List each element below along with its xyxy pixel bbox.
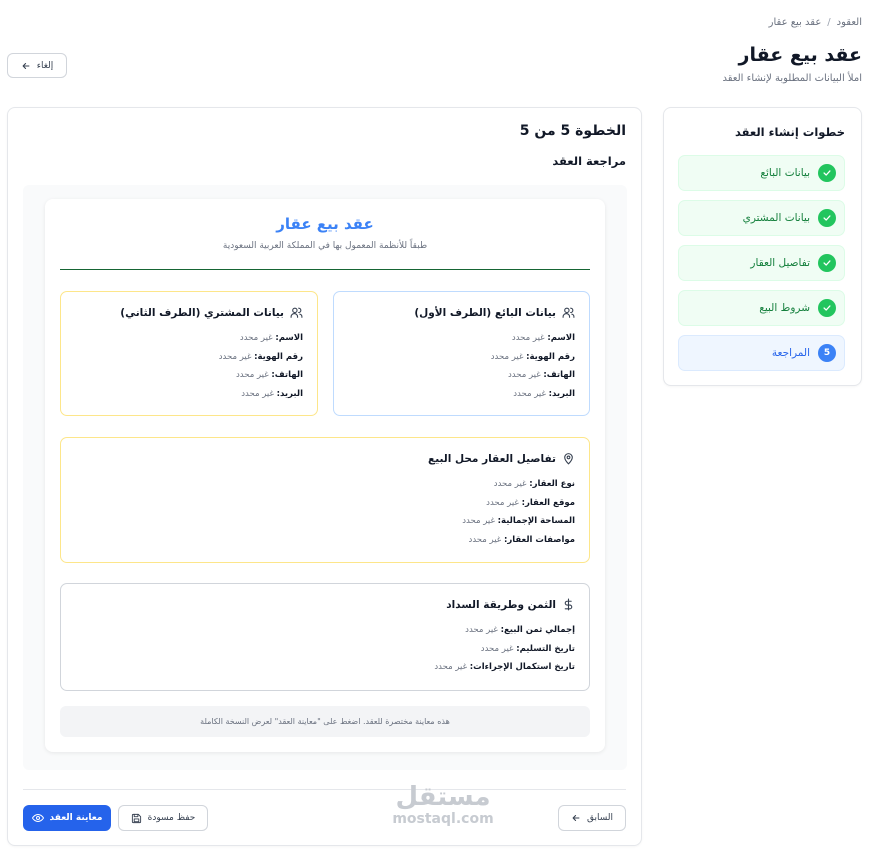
step-terms[interactable]: شروط البيع bbox=[678, 290, 845, 326]
buyer-heading-text: بيانات المشتري (الطرف الثاني) bbox=[120, 306, 284, 319]
cancel-label: إلغاء bbox=[36, 60, 54, 71]
save-draft-button[interactable]: حفظ مسودة bbox=[118, 805, 208, 831]
check-circle-icon bbox=[818, 299, 836, 317]
page-subtitle: املأ البيانات المطلوبة لإنشاء العقد bbox=[722, 73, 862, 84]
check-circle-icon bbox=[818, 209, 836, 227]
document-divider bbox=[60, 269, 590, 270]
map-pin-icon bbox=[562, 452, 575, 465]
arrow-left-icon bbox=[571, 813, 581, 823]
preview-contract-label: معاينة العقد bbox=[49, 813, 103, 823]
price-heading: الثمن وطريقة السداد bbox=[75, 598, 575, 611]
step-label: بيانات المشتري bbox=[742, 212, 810, 224]
breadcrumb-root-link[interactable]: العقود bbox=[837, 17, 862, 28]
buyer-heading: بيانات المشتري (الطرف الثاني) bbox=[75, 306, 303, 319]
step-label: المراجعة bbox=[771, 347, 810, 359]
cancel-button[interactable]: إلغاء bbox=[7, 53, 67, 78]
step-label: بيانات البائع bbox=[760, 167, 810, 179]
buyer-info-box: بيانات المشتري (الطرف الثاني) الاسم: غير… bbox=[60, 291, 318, 416]
watermark-arabic: مستقل bbox=[395, 782, 491, 812]
breadcrumb-current: عقد بيع عقار bbox=[768, 17, 822, 28]
document-subtitle: طبقاً للأنظمة المعمول بها في المملكة الع… bbox=[222, 241, 428, 251]
page-title: عقد بيع عقار bbox=[738, 44, 862, 66]
property-field-location: موقع العقار: غير محدد bbox=[486, 497, 575, 508]
step-heading: الخطوة 5 من 5 bbox=[519, 123, 626, 139]
step-number-badge: 5 bbox=[818, 344, 836, 362]
previous-button[interactable]: السابق bbox=[558, 805, 626, 831]
property-heading-text: تفاصيل العقار محل البيع bbox=[428, 452, 556, 465]
price-heading-text: الثمن وطريقة السداد bbox=[446, 598, 556, 611]
contract-preview-area: عقد بيع عقار طبقاً للأنظمة المعمول بها ف… bbox=[23, 185, 627, 770]
mostaql-watermark: مستقل mostaql.com bbox=[383, 783, 503, 827]
property-field-area: المساحة الإجمالية: غير محدد bbox=[462, 516, 575, 526]
footer-divider bbox=[23, 789, 626, 790]
price-field-delivery: تاريخ التسليم: غير محدد bbox=[480, 643, 575, 654]
price-field-total: إجمالي ثمن البيع: غير محدد bbox=[465, 625, 575, 635]
property-field-specs: مواصفات العقار: غير محدد bbox=[468, 534, 575, 545]
seller-field-name: الاسم: غير محدد bbox=[511, 333, 575, 343]
step-label: شروط البيع bbox=[759, 302, 810, 314]
arrow-left-icon bbox=[21, 61, 31, 71]
step-property[interactable]: تفاصيل العقار bbox=[678, 245, 845, 281]
eye-icon bbox=[31, 812, 44, 824]
step-seller[interactable]: بيانات البائع bbox=[678, 155, 845, 191]
save-draft-label: حفظ مسودة bbox=[147, 813, 196, 823]
buyer-field-name: الاسم: غير محدد bbox=[239, 333, 303, 343]
seller-heading-text: بيانات البائع (الطرف الأول) bbox=[414, 306, 556, 319]
check-circle-icon bbox=[818, 164, 836, 182]
step-buyer[interactable]: بيانات المشتري bbox=[678, 200, 845, 236]
preview-contract-button[interactable]: معاينة العقد bbox=[23, 805, 111, 831]
users-icon bbox=[290, 306, 303, 319]
main-card: الخطوة 5 من 5 مراجعة العقد عقد بيع عقار … bbox=[7, 107, 642, 846]
users-icon bbox=[562, 306, 575, 319]
previous-label: السابق bbox=[586, 813, 614, 823]
preview-note: هذه معاينة مختصرة للعقد. اضغط على "معاين… bbox=[60, 706, 590, 737]
breadcrumb-separator: / bbox=[827, 17, 831, 28]
buyer-field-phone: الهاتف: غير محدد bbox=[235, 370, 303, 380]
watermark-latin: mostaql.com bbox=[392, 811, 494, 827]
buyer-field-email: البريد: غير محدد bbox=[241, 388, 303, 399]
price-field-completion: تاريخ استكمال الإجراءات: غير محدد bbox=[434, 662, 575, 672]
dollar-icon bbox=[562, 598, 575, 611]
buyer-field-id: رقم الهوية: غير محدد bbox=[218, 351, 303, 362]
seller-heading: بيانات البائع (الطرف الأول) bbox=[348, 306, 575, 319]
save-icon bbox=[131, 813, 142, 824]
step-review[interactable]: 5 المراجعة bbox=[678, 335, 845, 371]
check-circle-icon bbox=[818, 254, 836, 272]
step-label: تفاصيل العقار bbox=[750, 257, 810, 269]
seller-field-email: البريد: غير محدد bbox=[513, 388, 575, 399]
steps-card: خطوات إنشاء العقد بيانات البائع بيانات ا… bbox=[663, 107, 862, 386]
price-payment-box: الثمن وطريقة السداد إجمالي ثمن البيع: غي… bbox=[60, 583, 590, 691]
breadcrumb: العقود / عقد بيع عقار bbox=[769, 17, 862, 28]
steps-title: خطوات إنشاء العقد bbox=[734, 125, 845, 139]
seller-field-phone: الهاتف: غير محدد bbox=[507, 370, 575, 380]
seller-field-id: رقم الهوية: غير محدد bbox=[490, 351, 575, 362]
contract-document: عقد بيع عقار طبقاً للأنظمة المعمول بها ف… bbox=[45, 199, 605, 752]
property-field-type: نوع العقار: غير محدد bbox=[493, 479, 575, 489]
seller-info-box: بيانات البائع (الطرف الأول) الاسم: غير م… bbox=[333, 291, 590, 416]
property-heading: تفاصيل العقار محل البيع bbox=[75, 452, 575, 465]
property-details-box: تفاصيل العقار محل البيع نوع العقار: غير … bbox=[60, 437, 590, 563]
section-heading: مراجعة العقد bbox=[552, 154, 626, 168]
document-title: عقد بيع عقار bbox=[276, 215, 374, 233]
